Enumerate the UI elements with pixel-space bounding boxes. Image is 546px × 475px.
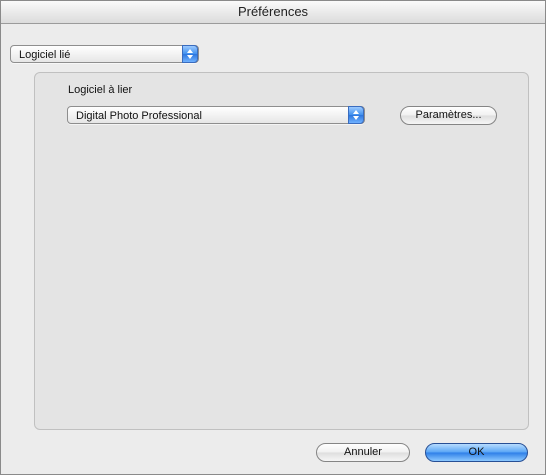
window-title: Préférences: [237, 4, 309, 19]
ok-button[interactable]: OK: [425, 443, 528, 462]
settings-button-label: Paramètres...: [415, 109, 482, 121]
window-content: Logiciel lié Logiciel à lier Digital Pho…: [1, 24, 545, 474]
linked-app-popup-label: Digital Photo Professional: [76, 110, 202, 122]
preferences-window: Préférences Logiciel lié Logiciel à lier…: [0, 0, 546, 475]
cancel-button-label: Annuler: [344, 446, 382, 458]
linked-app-popup[interactable]: Digital Photo Professional: [67, 106, 365, 124]
cancel-button[interactable]: Annuler: [316, 443, 410, 462]
category-popup-label: Logiciel lié: [19, 49, 71, 61]
up-down-arrows-icon: [348, 106, 364, 124]
settings-button[interactable]: Paramètres...: [400, 106, 497, 125]
window-titlebar[interactable]: Préférences: [1, 1, 545, 24]
up-down-arrows-icon: [182, 45, 198, 63]
group-title: Logiciel à lier: [68, 84, 133, 96]
ok-button-label: OK: [468, 446, 485, 458]
category-popup[interactable]: Logiciel lié: [10, 45, 199, 63]
linked-software-group: Logiciel à lier Digital Photo Profession…: [34, 72, 529, 430]
